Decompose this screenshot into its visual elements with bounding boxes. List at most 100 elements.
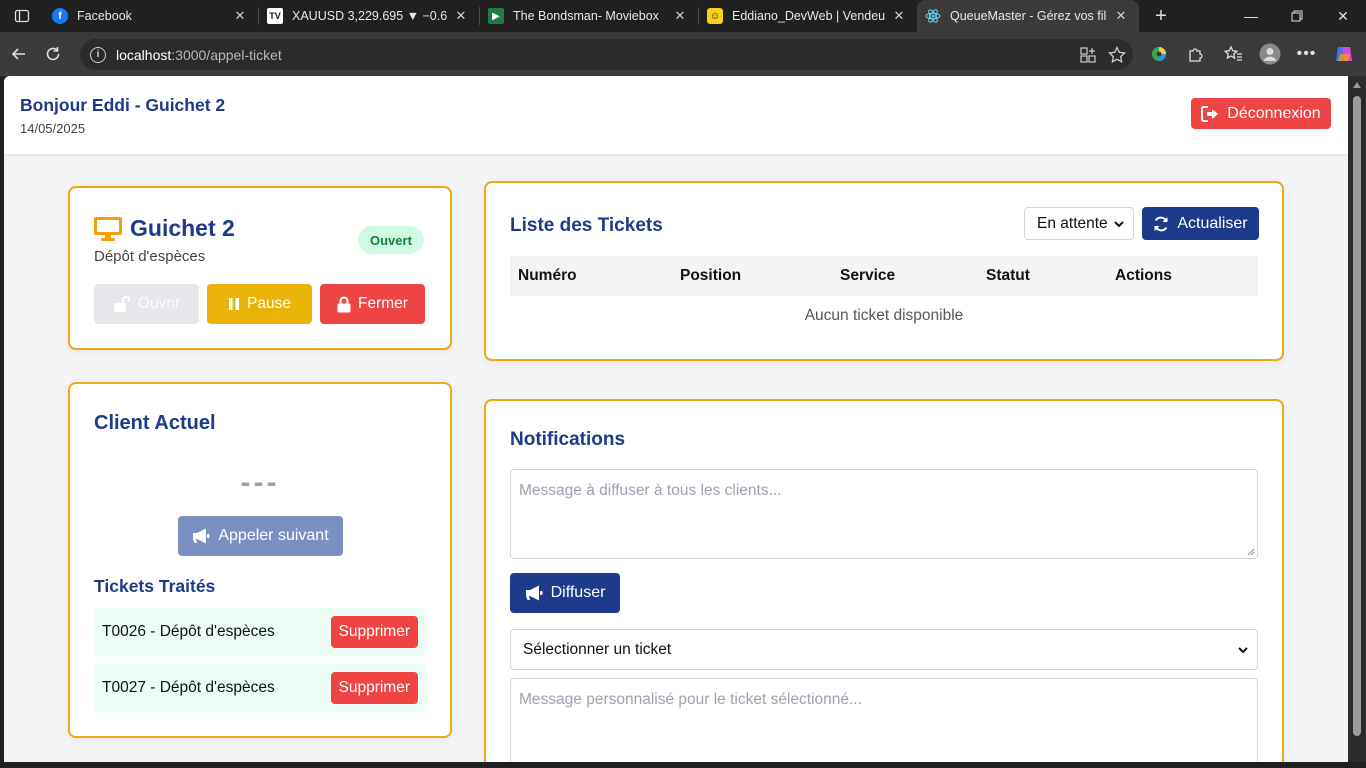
favorites-icon bbox=[1223, 45, 1242, 61]
close-icon[interactable]: ✕ bbox=[453, 8, 469, 24]
close-icon[interactable]: ✕ bbox=[672, 8, 688, 24]
minimize-button[interactable]: — bbox=[1228, 0, 1274, 32]
refresh-label: Actualiser bbox=[1177, 214, 1248, 232]
browser-tab-xauusd[interactable]: TV XAUUSD 3,229.695 ▼ −0.63% ✕ bbox=[259, 0, 479, 32]
current-ticket-number: --- bbox=[240, 466, 280, 499]
status-filter-select[interactable]: En attente bbox=[1024, 207, 1134, 240]
sync-icon bbox=[1154, 216, 1168, 231]
close-window-button[interactable]: ✕ bbox=[1320, 0, 1366, 32]
ticket-label: T0026 - Dépôt d'espèces bbox=[102, 623, 275, 640]
plus-icon: + bbox=[1155, 4, 1167, 27]
profile-button[interactable] bbox=[1251, 37, 1288, 71]
tab-title: QueueMaster - Gérez vos files bbox=[950, 9, 1107, 23]
custom-message-input[interactable]: Message personnalisé pour le ticket séle… bbox=[510, 678, 1258, 762]
window-controls: — ✕ bbox=[1228, 0, 1366, 32]
back-button[interactable] bbox=[2, 37, 36, 71]
more-icon: ••• bbox=[1296, 45, 1317, 62]
guichet-name: Guichet 2 bbox=[130, 215, 235, 241]
bullhorn-icon bbox=[193, 528, 210, 544]
ticket-select[interactable]: Sélectionner un ticket bbox=[510, 629, 1258, 670]
ticket-select-value: Sélectionner un ticket bbox=[523, 640, 672, 658]
tab-title: Eddiano_DevWeb | Vendeur su bbox=[732, 9, 885, 23]
arrow-left-icon bbox=[11, 48, 25, 60]
star-icon[interactable] bbox=[1107, 45, 1127, 65]
logout-button[interactable]: Déconnexion bbox=[1191, 98, 1331, 129]
custom-message-placeholder: Message personnalisé pour le ticket séle… bbox=[519, 691, 862, 708]
sign-out-icon bbox=[1201, 105, 1219, 122]
desktop-icon bbox=[94, 216, 122, 241]
guichet-title: Guichet 2 bbox=[94, 215, 235, 242]
reload-button[interactable] bbox=[36, 37, 70, 71]
tab-actions-button[interactable] bbox=[0, 0, 44, 32]
browser-tab-fiverr[interactable]: ☺ Eddiano_DevWeb | Vendeur su ✕ bbox=[699, 0, 917, 32]
puzzle-icon bbox=[1188, 48, 1203, 62]
chevron-down-icon bbox=[1238, 647, 1248, 654]
info-icon[interactable]: i bbox=[90, 46, 106, 63]
notifications-card: Notifications Message à diffuser à tous … bbox=[484, 399, 1284, 762]
current-client-title: Client Actuel bbox=[94, 412, 216, 434]
tab-title: Facebook bbox=[77, 9, 132, 23]
page-scrollbar[interactable] bbox=[1348, 76, 1366, 762]
address-bar[interactable]: i localhost:3000/appel-ticket bbox=[80, 39, 1133, 70]
copilot-button[interactable] bbox=[1325, 37, 1362, 71]
restore-button[interactable] bbox=[1274, 0, 1320, 32]
current-date: 14/05/2025 bbox=[20, 121, 86, 136]
tickets-table: Numéro Position Service Statut Actions A… bbox=[510, 256, 1258, 336]
page-viewport: Bonjour Eddi - Guichet 2 14/05/2025 Déco… bbox=[4, 76, 1348, 762]
pause-icon bbox=[229, 298, 240, 310]
current-client-card: Client Actuel --- Appeler suivant Ticket… bbox=[68, 382, 452, 738]
ticket-list-title: Liste des Tickets bbox=[510, 215, 663, 236]
tab-actions-icon bbox=[14, 9, 30, 23]
column-header: Numéro bbox=[510, 256, 672, 296]
open-button[interactable]: Ouvrir bbox=[94, 284, 199, 324]
extensions-button[interactable] bbox=[1177, 37, 1214, 71]
column-header: Statut bbox=[978, 256, 1107, 296]
tradingview-icon: TV bbox=[267, 8, 283, 24]
call-next-button[interactable]: Appeler suivant bbox=[178, 516, 343, 556]
chevron-down-icon bbox=[1114, 221, 1124, 228]
favorites-button[interactable] bbox=[1214, 37, 1251, 71]
url-path: :3000/appel-ticket bbox=[171, 46, 282, 63]
broadcast-message-input[interactable]: Message à diffuser à tous les clients... bbox=[510, 469, 1258, 559]
table-header-row: Numéro Position Service Statut Actions bbox=[510, 256, 1258, 296]
window-bottom-edge bbox=[0, 762, 1366, 768]
close-icon[interactable]: ✕ bbox=[891, 8, 907, 24]
pause-button[interactable]: Pause bbox=[207, 284, 312, 324]
browser-tab-queuemaster[interactable]: QueueMaster - Gérez vos files ✕ bbox=[917, 0, 1139, 32]
color-wheel-icon bbox=[1151, 47, 1166, 61]
broadcast-button[interactable]: Diffuser bbox=[510, 573, 620, 613]
close-icon[interactable]: ✕ bbox=[232, 8, 248, 24]
scrollbar-thumb[interactable] bbox=[1353, 96, 1361, 736]
new-tab-button[interactable]: + bbox=[1145, 0, 1177, 32]
close-icon[interactable]: ✕ bbox=[1113, 8, 1129, 24]
guichet-card: Guichet 2 Dépôt d'espèces Ouvert Ouvrir … bbox=[68, 186, 452, 350]
delete-button[interactable]: Supprimer bbox=[330, 672, 418, 704]
column-header: Actions bbox=[1107, 256, 1258, 296]
browser-tab-moviebox[interactable]: ▶ The Bondsman- Moviebox ✕ bbox=[480, 0, 698, 32]
delete-button[interactable]: Supprimer bbox=[330, 616, 418, 648]
menu-button[interactable]: ••• bbox=[1288, 37, 1325, 71]
browser-tab-facebook[interactable]: f Facebook ✕ bbox=[44, 0, 258, 32]
refresh-button[interactable]: Actualiser bbox=[1142, 207, 1259, 240]
tab-title: XAUUSD 3,229.695 ▼ −0.63% bbox=[292, 9, 447, 23]
list-item: T0026 - Dépôt d'espèces Supprimer bbox=[94, 608, 426, 656]
notifications-title: Notifications bbox=[510, 429, 626, 450]
minimize-icon: — bbox=[1244, 8, 1258, 24]
unlock-icon bbox=[113, 296, 130, 312]
close-icon: ✕ bbox=[1337, 7, 1349, 24]
column-header: Position bbox=[672, 256, 832, 296]
guichet-actions: Ouvrir Pause Fermer bbox=[94, 284, 425, 324]
scroll-up-icon[interactable] bbox=[1353, 82, 1361, 88]
column-header: Service bbox=[832, 256, 978, 296]
url-host: localhost bbox=[116, 46, 172, 63]
extension-button[interactable] bbox=[1140, 37, 1177, 71]
status-filter-value: En attente bbox=[1037, 214, 1108, 232]
empty-message: Aucun ticket disponible bbox=[804, 307, 964, 324]
ticket-label: T0027 - Dépôt d'espèces bbox=[102, 679, 275, 696]
close-button[interactable]: Fermer bbox=[320, 284, 425, 324]
treated-tickets-title: Tickets Traités bbox=[94, 576, 216, 596]
resize-grip-icon[interactable] bbox=[1247, 548, 1255, 556]
fiverr-icon: ☺ bbox=[707, 8, 723, 24]
bullhorn-icon bbox=[525, 585, 543, 601]
app-install-icon[interactable] bbox=[1079, 46, 1097, 64]
